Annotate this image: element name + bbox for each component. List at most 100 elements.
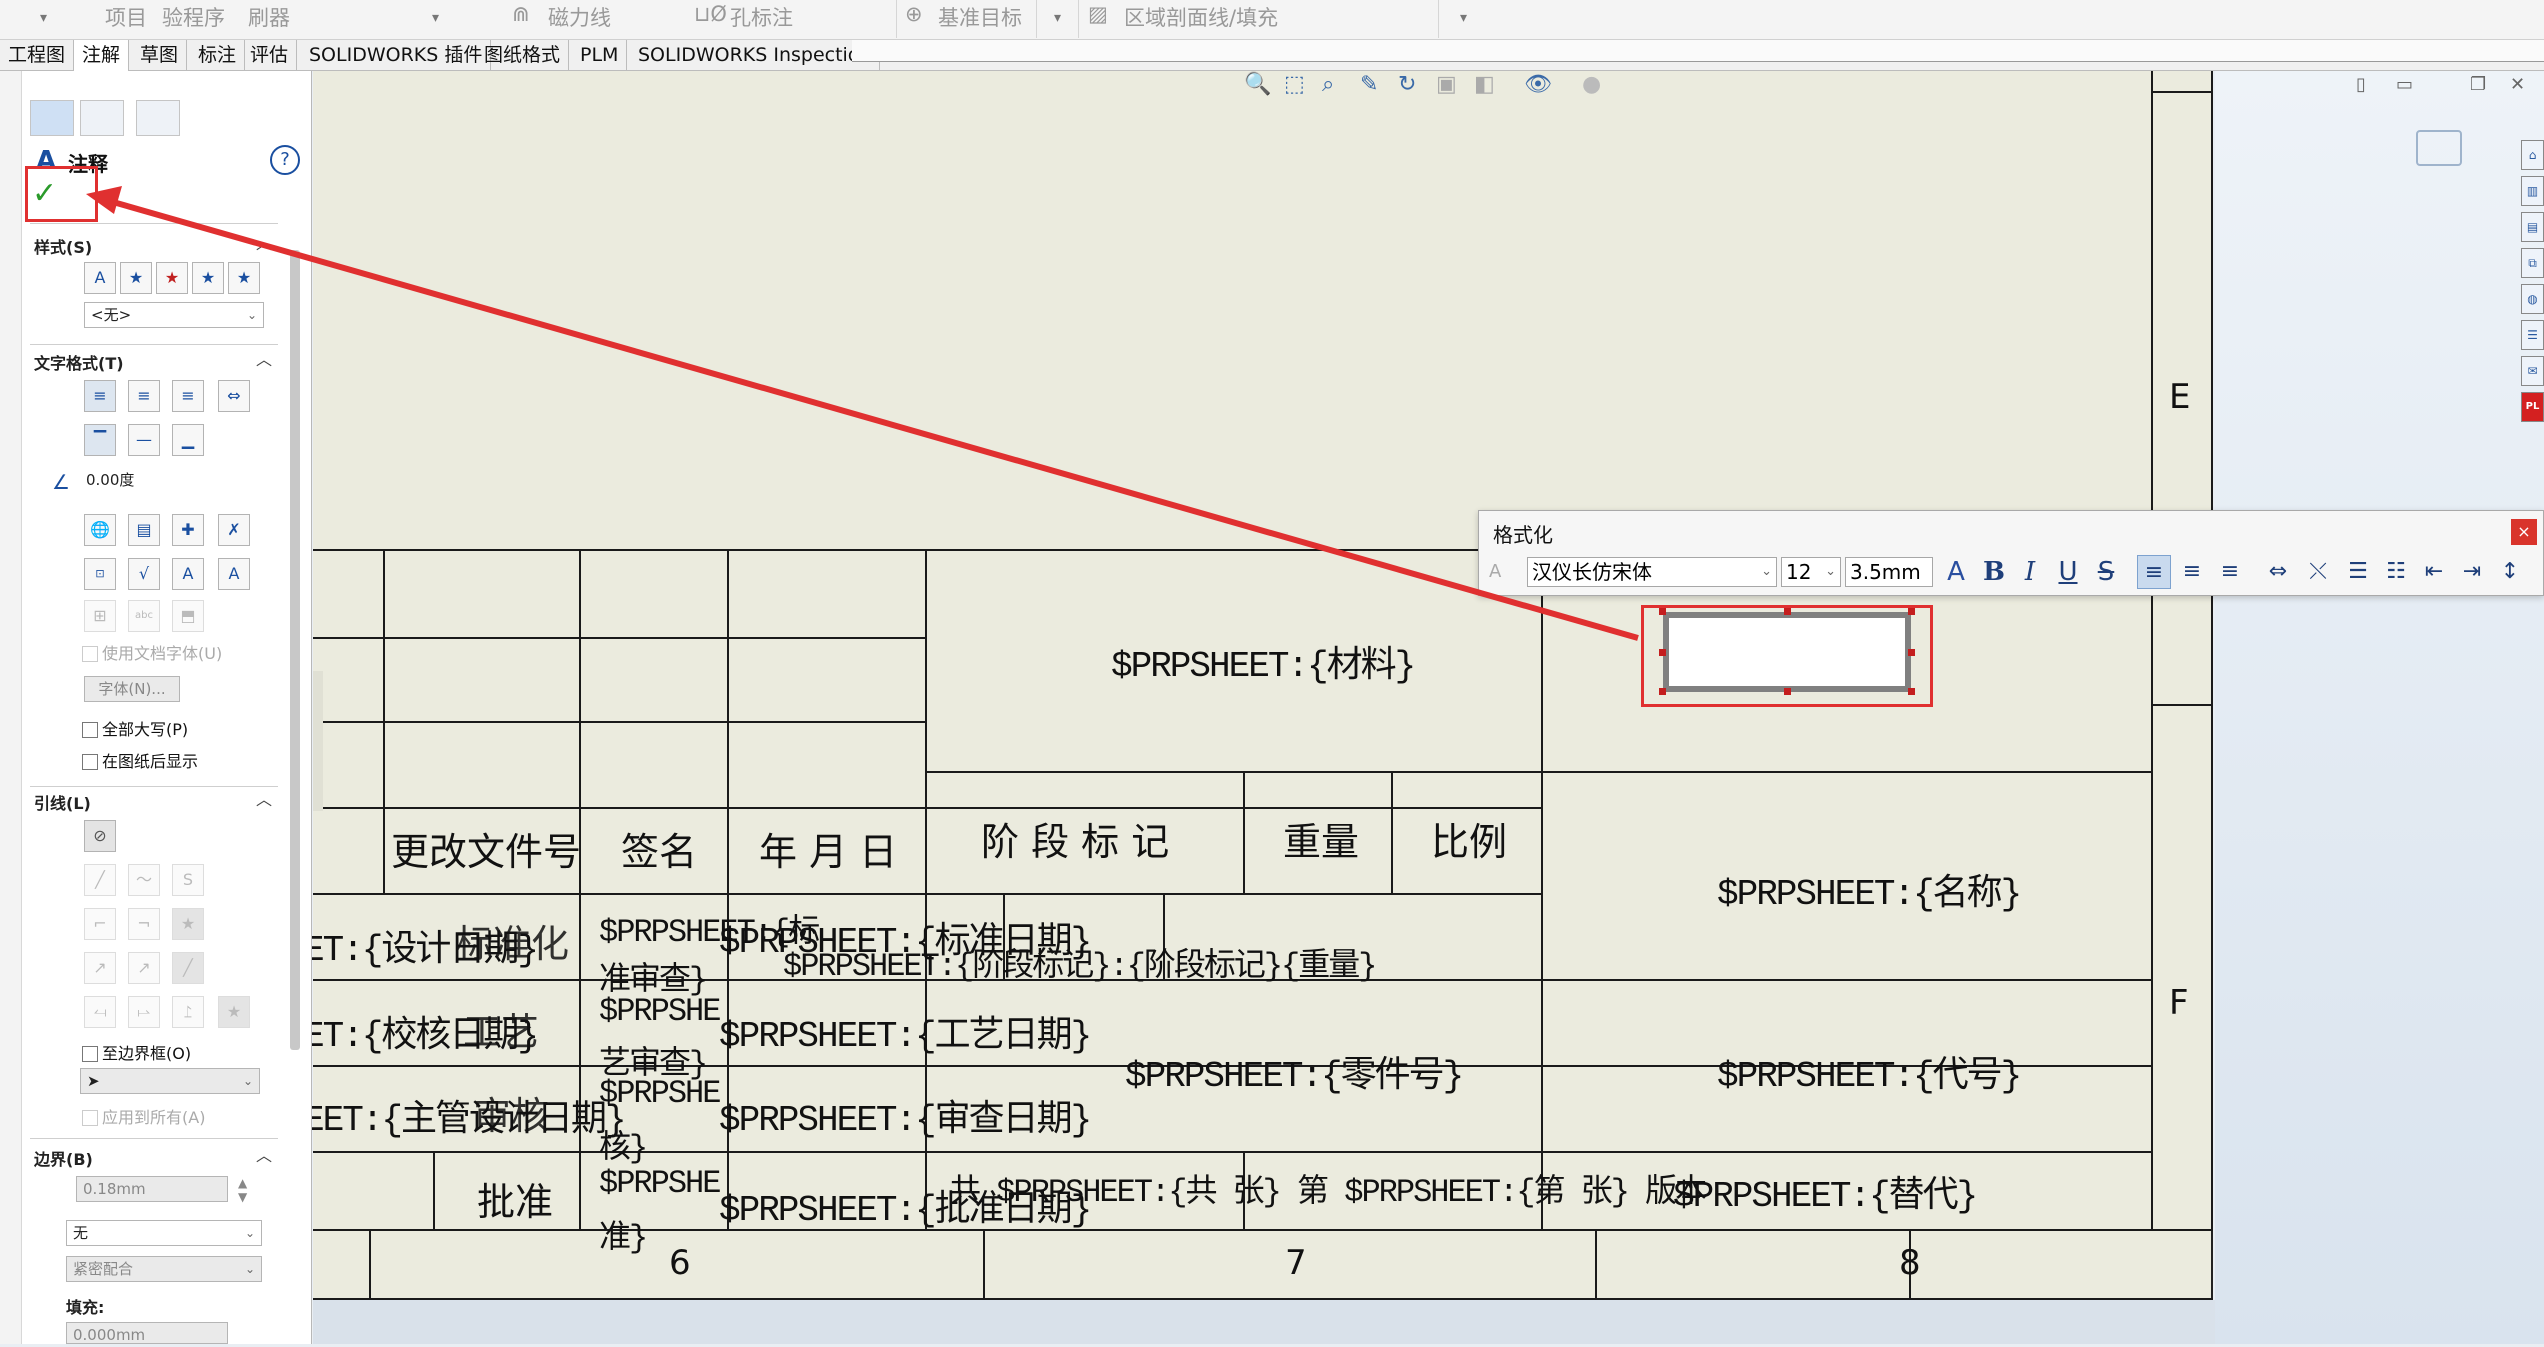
- chevron-down-icon[interactable]: ▾: [432, 10, 439, 26]
- font-height-input[interactable]: 3.5mm: [1845, 557, 1933, 587]
- zoom-previous-icon[interactable]: ⌕: [1322, 72, 1334, 97]
- appearances-icon[interactable]: ◍: [2521, 284, 2544, 314]
- section-text-format[interactable]: 文字格式(T): [34, 350, 124, 374]
- forum-icon[interactable]: ✉: [2521, 356, 2544, 386]
- view-cube-icon[interactable]: [2416, 130, 2462, 166]
- font-select[interactable]: 汉仪长仿宋体 ⌄: [1527, 557, 1777, 587]
- underline-button[interactable]: U: [2051, 555, 2085, 589]
- tab-evaluate[interactable]: 评估: [242, 40, 298, 71]
- add-style-icon[interactable]: ★: [120, 262, 152, 294]
- apply-style-icon[interactable]: A: [84, 262, 116, 294]
- resize-handle[interactable]: [1659, 608, 1666, 615]
- collapse-icon[interactable]: ︿: [256, 346, 272, 370]
- insert-hyperlink-icon[interactable]: 🌐: [84, 514, 116, 546]
- tab-drawing[interactable]: 工程图: [0, 40, 75, 71]
- resize-handle[interactable]: [1908, 649, 1915, 656]
- ribbon-item-datum-target[interactable]: 基准目标: [938, 2, 1022, 32]
- leader-attach-bottom-icon[interactable]: ⥜: [172, 996, 204, 1028]
- view-orientation-icon[interactable]: ▣: [1436, 72, 1457, 97]
- tab-dim-xpert[interactable]: [136, 100, 180, 136]
- resize-handle[interactable]: [1784, 688, 1791, 695]
- file-explorer-icon[interactable]: ▤: [2521, 212, 2544, 242]
- chevron-down-icon[interactable]: ▾: [1460, 10, 1467, 26]
- restore-icon[interactable]: ▯: [2356, 74, 2366, 95]
- custom-properties-icon[interactable]: ☰: [2521, 320, 2544, 350]
- home-icon[interactable]: ⌂: [2521, 140, 2544, 170]
- leader-attach-top-icon[interactable]: ⥚: [84, 996, 116, 1028]
- leader-spline-icon[interactable]: S: [172, 864, 204, 896]
- gtol-icon[interactable]: ⊡: [84, 558, 116, 590]
- tab-plm[interactable]: PLM: [572, 40, 628, 71]
- align-center-icon[interactable]: ≡: [128, 380, 160, 412]
- align-left-icon[interactable]: ≡: [2137, 555, 2171, 589]
- italic-button[interactable]: I: [2013, 555, 2047, 589]
- font-color-button[interactable]: A: [1939, 555, 1973, 589]
- chevron-down-icon[interactable]: ▾: [40, 10, 47, 26]
- align-middle-icon[interactable]: —: [128, 424, 160, 456]
- leader-bent-icon[interactable]: 〜: [128, 864, 160, 896]
- ribbon-item-check[interactable]: 验程序: [162, 2, 225, 32]
- zoom-to-fit-icon[interactable]: 🔍: [1244, 72, 1271, 97]
- collapse-icon[interactable]: ︿: [256, 230, 272, 254]
- weld-symbol-icon[interactable]: A: [172, 558, 204, 590]
- load-style-icon[interactable]: ★: [228, 262, 260, 294]
- numbered-list-icon[interactable]: ☷: [2379, 555, 2413, 589]
- panel-scrollbar[interactable]: [290, 250, 300, 1050]
- tab-sketch[interactable]: 草图: [132, 40, 188, 71]
- spin-icon[interactable]: ▲ ▼: [238, 1176, 247, 1204]
- ribbon-item-magnet-line[interactable]: 磁力线: [548, 2, 611, 32]
- close-icon[interactable]: ✕: [2510, 74, 2525, 95]
- no-leader-icon[interactable]: ⊘: [84, 820, 116, 852]
- tab-annotation[interactable]: 注解: [74, 40, 130, 71]
- align-center-icon[interactable]: ≡: [2175, 555, 2209, 589]
- leader-right-icon[interactable]: ¬: [128, 908, 160, 940]
- leader-left-icon[interactable]: ⌐: [84, 908, 116, 940]
- tile-icon[interactable]: ▭: [2396, 74, 2413, 95]
- align-right-icon[interactable]: ≡: [2213, 555, 2247, 589]
- rotate-icon[interactable]: ↻: [1398, 72, 1416, 97]
- leader-straight-icon[interactable]: ╱: [84, 864, 116, 896]
- collapse-icon[interactable]: ︿: [256, 786, 272, 810]
- arrow-style-select[interactable]: ➤ ⌄: [80, 1068, 260, 1094]
- surface-finish-icon[interactable]: √: [128, 558, 160, 590]
- ribbon-item-brush[interactable]: 刷器: [248, 2, 290, 32]
- leader-to-all-icon[interactable]: ↗: [84, 952, 116, 984]
- increase-indent-icon[interactable]: ⇥: [2455, 555, 2489, 589]
- note-text-box[interactable]: [1663, 612, 1911, 692]
- decrease-indent-icon[interactable]: ⇤: [2417, 555, 2451, 589]
- delete-style-icon[interactable]: ★: [156, 262, 188, 294]
- datum-feature-icon[interactable]: A: [218, 558, 250, 590]
- use-doc-font-checkbox[interactable]: 使用文档字体(U): [82, 640, 222, 664]
- font-button[interactable]: 字体(N)...: [84, 676, 180, 702]
- justify-icon[interactable]: ⇔: [218, 380, 250, 412]
- section-style[interactable]: 样式(S): [34, 234, 92, 258]
- fit-text-icon[interactable]: ⇔: [2261, 555, 2295, 589]
- apply-to-all-checkbox[interactable]: 应用到所有(A): [82, 1104, 205, 1128]
- resize-handle[interactable]: [1908, 688, 1915, 695]
- align-right-icon[interactable]: ≡: [172, 380, 204, 412]
- hide-show-icon[interactable]: 👁: [1524, 72, 1552, 97]
- appearance-icon[interactable]: ●: [1582, 72, 1601, 97]
- save-style-icon[interactable]: ★: [192, 262, 224, 294]
- font-size-select[interactable]: 12 ⌄: [1781, 557, 1841, 587]
- section-border[interactable]: 边界(B): [34, 1146, 93, 1170]
- border-size-input[interactable]: 0.18mm: [76, 1176, 228, 1202]
- leader-attach-nearest-icon[interactable]: ★: [218, 996, 250, 1028]
- collapse-icon[interactable]: ︿: [256, 1142, 272, 1166]
- resize-handle[interactable]: [1908, 608, 1915, 615]
- tab-sheet-format[interactable]: 图纸格式: [476, 40, 570, 71]
- all-caps-checkbox[interactable]: 全部大写(P): [82, 716, 188, 740]
- section-view-icon[interactable]: ✎: [1360, 72, 1378, 97]
- tab-property-manager[interactable]: [80, 100, 124, 136]
- display-style-icon[interactable]: ◧: [1474, 72, 1495, 97]
- link-to-property-icon[interactable]: ▤: [128, 514, 160, 546]
- section-leader[interactable]: 引线(L): [34, 790, 91, 814]
- tab-inspection[interactable]: SOLIDWORKS Inspection: [630, 40, 881, 71]
- align-top-icon[interactable]: ▔: [84, 424, 116, 456]
- strikethrough-button[interactable]: S: [2089, 555, 2123, 589]
- plm-icon[interactable]: PL: [2521, 392, 2544, 422]
- view-palette-icon[interactable]: ⧉: [2521, 248, 2544, 278]
- ribbon-item-hole-callout[interactable]: 孔标注: [730, 2, 793, 32]
- align-left-icon[interactable]: ≡: [84, 380, 116, 412]
- ribbon-item-hatch-fill[interactable]: 区域剖面线/填充: [1124, 2, 1278, 32]
